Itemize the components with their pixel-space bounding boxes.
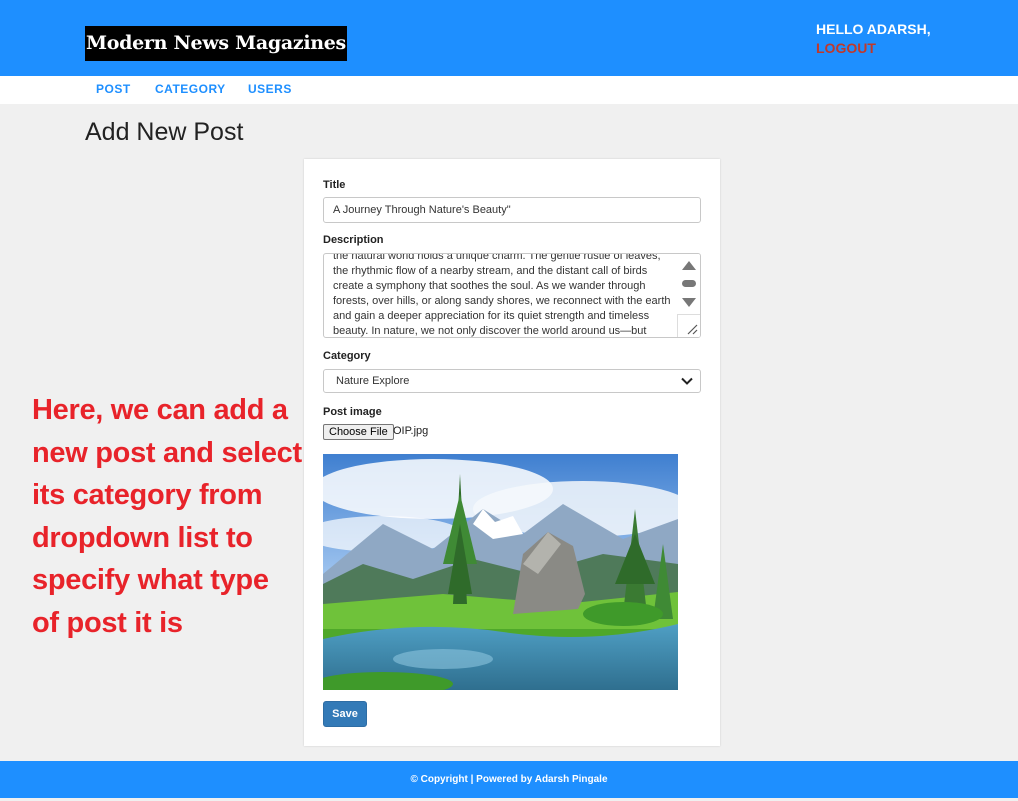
- logout-link[interactable]: LOGOUT: [816, 40, 876, 56]
- nav-item-category[interactable]: CATEGORY: [155, 82, 226, 96]
- save-button[interactable]: Save: [323, 701, 367, 727]
- resize-handle-icon[interactable]: [677, 314, 700, 337]
- description-textarea[interactable]: the natural world holds a unique charm. …: [323, 253, 701, 338]
- user-greeting: HELLO ADARSH,: [816, 21, 931, 37]
- add-post-form: Title A Journey Through Nature's Beauty"…: [304, 159, 720, 746]
- category-label: Category: [323, 350, 371, 362]
- main-nav: POST CATEGORY USERS: [0, 76, 1018, 104]
- chevron-down-icon: [681, 377, 693, 385]
- description-label: Description: [323, 234, 384, 246]
- post-image-preview: [323, 454, 678, 690]
- choose-file-button[interactable]: Choose File: [323, 424, 394, 440]
- file-name: OIP.jpg: [393, 425, 429, 437]
- category-selected-value: Nature Explore: [336, 375, 410, 387]
- category-select[interactable]: Nature Explore: [323, 369, 701, 393]
- scroll-down-icon[interactable]: [682, 298, 696, 307]
- title-label: Title: [323, 179, 346, 191]
- post-image-label: Post image: [323, 406, 382, 418]
- nav-item-users[interactable]: USERS: [248, 82, 292, 96]
- description-text: the natural world holds a unique charm. …: [333, 253, 671, 337]
- site-footer: © Copyright | Powered by Adarsh Pingale: [0, 761, 1018, 798]
- scroll-up-icon[interactable]: [682, 261, 696, 270]
- annotation-note: Here, we can add a new post and select i…: [32, 394, 302, 639]
- site-header: Modern News Magazines HELLO ADARSH, LOGO…: [0, 0, 1018, 76]
- page-title: Add New Post: [85, 118, 244, 146]
- scroll-thumb[interactable]: [682, 280, 696, 287]
- site-logo[interactable]: Modern News Magazines: [85, 26, 347, 61]
- title-input[interactable]: A Journey Through Nature's Beauty": [323, 197, 701, 223]
- nav-item-post[interactable]: POST: [96, 82, 131, 96]
